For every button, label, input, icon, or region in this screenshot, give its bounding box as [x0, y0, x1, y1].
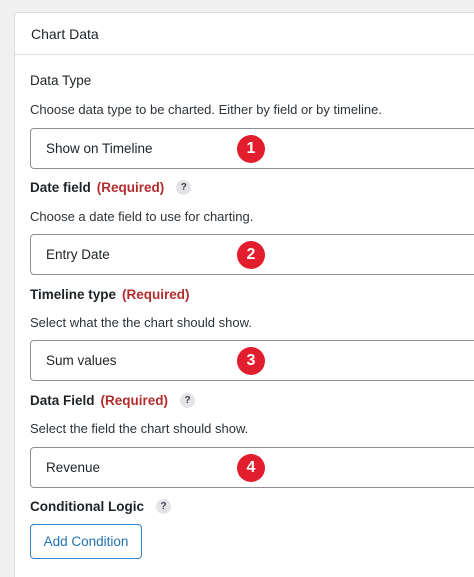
help-icon[interactable]: ?: [176, 180, 192, 195]
date-field-value: Entry Date: [46, 247, 110, 262]
timeline-type-label-text: Timeline type: [30, 287, 117, 302]
data-field-description: Select the field the chart should show.: [30, 421, 249, 436]
date-field-select[interactable]: Entry Date 2: [30, 234, 474, 275]
panel-header: Chart Data: [15, 13, 474, 55]
data-field-value: Revenue: [46, 460, 101, 475]
help-icon[interactable]: ?: [180, 393, 196, 408]
panel-title: Chart Data: [31, 25, 99, 42]
conditional-logic-label: Conditional Logic ?: [30, 499, 171, 514]
timeline-type-label: Timeline type (Required): [30, 287, 190, 302]
required-indicator: (Required): [96, 180, 165, 195]
required-indicator: (Required): [100, 393, 169, 408]
date-field-label-text: Date field: [30, 180, 91, 195]
timeline-type-select[interactable]: Sum values 3: [30, 340, 474, 381]
help-icon[interactable]: ?: [156, 499, 171, 514]
step-badge-1: 1: [237, 135, 265, 163]
step-badge-4: 4: [237, 454, 265, 482]
timeline-type-description: Select what the the chart should show.: [30, 315, 252, 330]
data-field-select[interactable]: Revenue 4: [30, 447, 474, 488]
data-type-label: Data Type: [30, 73, 91, 88]
add-condition-button[interactable]: Add Condition: [30, 524, 142, 559]
required-indicator: (Required): [122, 287, 190, 302]
date-field-description: Choose a date field to use for charting.: [30, 209, 254, 224]
data-type-description: Choose data type to be charted. Either b…: [30, 102, 382, 117]
data-type-value: Show on Timeline: [46, 141, 153, 156]
conditional-logic-label-text: Conditional Logic: [30, 499, 144, 514]
data-type-select[interactable]: Show on Timeline 1: [30, 128, 474, 169]
date-field-label: Date field (Required) ?: [30, 180, 192, 195]
timeline-type-value: Sum values: [46, 353, 117, 368]
step-badge-2: 2: [237, 241, 265, 269]
data-type-label-text: Data Type: [30, 73, 92, 88]
data-field-label: Data Field (Required) ?: [30, 393, 196, 408]
data-field-label-text: Data Field: [30, 393, 95, 408]
step-badge-3: 3: [237, 347, 265, 375]
chart-data-panel: Chart Data Data Type Choose data type to…: [14, 12, 474, 577]
